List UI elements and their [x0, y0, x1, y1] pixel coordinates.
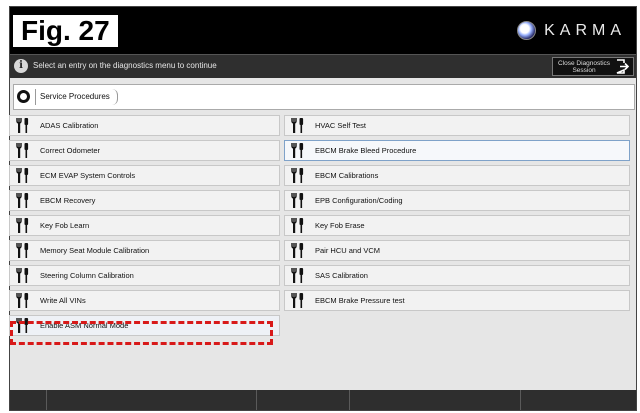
wrench-screwdriver-icon: [285, 141, 311, 160]
info-bar: i Select an entry on the diagnostics men…: [10, 54, 636, 78]
exit-icon: [616, 59, 630, 74]
info-message: Select an entry on the diagnostics menu …: [33, 61, 217, 70]
karma-logo-icon: [517, 21, 537, 40]
entry-ebcm-brake-bleed-procedure[interactable]: EBCM Brake Bleed Procedure: [284, 140, 630, 161]
footer-toolbar: [10, 390, 636, 410]
entry-label: EBCM Recovery: [40, 196, 96, 205]
breadcrumb-service-procedures[interactable]: Service Procedures: [35, 89, 118, 105]
close-button-label-line1: Close Diagnostics: [557, 60, 611, 67]
wrench-screwdriver-icon: [10, 191, 36, 210]
footer-button-5[interactable]: [521, 390, 636, 410]
entry-ebcm-brake-pressure-test[interactable]: EBCM Brake Pressure test: [284, 290, 630, 311]
wrench-screwdriver-icon: [10, 216, 36, 235]
wrench-screwdriver-icon: [285, 216, 311, 235]
entry-ecm-evap-system-controls[interactable]: ECM EVAP System Controls: [9, 165, 280, 186]
close-button-label: Close Diagnostics Session: [555, 60, 613, 74]
footer-button-2[interactable]: [47, 390, 257, 410]
entry-label: ADAS Calibration: [40, 121, 99, 130]
wrench-screwdriver-icon: [10, 241, 36, 260]
entry-label: Key Fob Erase: [315, 221, 365, 230]
top-bar: Fig. 27 KARMA: [10, 7, 636, 54]
entry-label: Pair HCU and VCM: [315, 246, 381, 255]
entry-enable-asm-normal-mode[interactable]: Enable ASM Normal Mode: [9, 315, 280, 336]
entry-memory-seat-module-calibration[interactable]: Memory Seat Module Calibration: [9, 240, 280, 261]
entry-hvac-self-test[interactable]: HVAC Self Test: [284, 115, 630, 136]
entry-pair-hcu-and-vcm[interactable]: Pair HCU and VCM: [284, 240, 630, 261]
wrench-screwdriver-icon: [10, 266, 36, 285]
wrench-screwdriver-icon: [285, 241, 311, 260]
entry-label: Memory Seat Module Calibration: [40, 246, 150, 255]
entry-sas-calibration[interactable]: SAS Calibration: [284, 265, 630, 286]
entry-key-fob-learn[interactable]: Key Fob Learn: [9, 215, 280, 236]
entry-label: HVAC Self Test: [315, 121, 366, 130]
footer-button-3[interactable]: [257, 390, 350, 410]
close-button-label-line2: Session: [572, 67, 596, 74]
wrench-screwdriver-icon: [285, 266, 311, 285]
entry-label: EBCM Calibrations: [315, 171, 379, 180]
entry-label: Key Fob Learn: [40, 221, 90, 230]
entry-label: Steering Column Calibration: [40, 271, 134, 280]
entry-key-fob-erase[interactable]: Key Fob Erase: [284, 215, 630, 236]
service-procedures-list: ADAS Calibration HVAC Self Test Correct …: [9, 115, 630, 336]
entry-label: EBCM Brake Pressure test: [315, 296, 405, 305]
entry-label: Enable ASM Normal Mode: [40, 321, 129, 330]
entry-epb-configuration-coding[interactable]: EPB Configuration/Coding: [284, 190, 630, 211]
breadcrumb: Service Procedures: [13, 84, 635, 110]
close-diagnostics-session-button[interactable]: Close Diagnostics Session: [552, 57, 634, 76]
wrench-screwdriver-icon: [10, 116, 36, 135]
entry-label: Write All VINs: [40, 296, 86, 305]
footer-button-1[interactable]: [10, 390, 47, 410]
wrench-screwdriver-icon: [10, 316, 36, 335]
wrench-screwdriver-icon: [10, 166, 36, 185]
entry-steering-column-calibration[interactable]: Steering Column Calibration: [9, 265, 280, 286]
wrench-screwdriver-icon: [10, 141, 36, 160]
footer-button-4[interactable]: [350, 390, 521, 410]
entry-adas-calibration[interactable]: ADAS Calibration: [9, 115, 280, 136]
wrench-screwdriver-icon: [10, 291, 36, 310]
entry-label: EPB Configuration/Coding: [315, 196, 403, 205]
wrench-screwdriver-icon: [285, 291, 311, 310]
entry-ebcm-calibrations[interactable]: EBCM Calibrations: [284, 165, 630, 186]
info-icon: i: [14, 59, 28, 73]
wrench-screwdriver-icon: [285, 166, 311, 185]
home-circle-icon[interactable]: [17, 90, 30, 103]
entry-label: Correct Odometer: [40, 146, 101, 155]
entry-write-all-vins[interactable]: Write All VINs: [9, 290, 280, 311]
wrench-screwdriver-icon: [285, 116, 311, 135]
brand: KARMA: [517, 21, 626, 40]
figure-label: Fig. 27: [11, 13, 120, 49]
entry-label: EBCM Brake Bleed Procedure: [315, 146, 417, 155]
entry-label: ECM EVAP System Controls: [40, 171, 136, 180]
entry-correct-odometer[interactable]: Correct Odometer: [9, 140, 280, 161]
entry-ebcm-recovery[interactable]: EBCM Recovery: [9, 190, 280, 211]
entry-label: SAS Calibration: [315, 271, 368, 280]
brand-name: KARMA: [544, 21, 626, 39]
wrench-screwdriver-icon: [285, 191, 311, 210]
